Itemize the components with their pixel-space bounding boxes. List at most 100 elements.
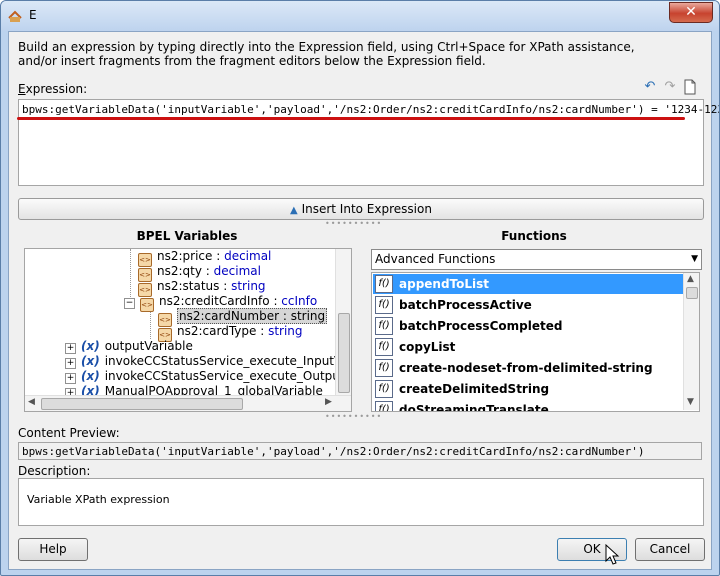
- redo-icon[interactable]: ↷: [662, 79, 678, 95]
- function-item[interactable]: f() createDelimitedString: [373, 379, 683, 399]
- content-preview-label: Content Preview:: [18, 426, 120, 440]
- expand-icon[interactable]: +: [65, 373, 76, 384]
- content-preview-field: bpws:getVariableData('inputVariable','pa…: [18, 442, 702, 460]
- function-name: doStreamingTranslate: [399, 403, 549, 412]
- function-category-select[interactable]: Advanced Functions ▼: [371, 249, 702, 270]
- function-icon: f(): [375, 338, 393, 356]
- description-label: Description:: [18, 464, 91, 478]
- function-category-value: Advanced Functions: [375, 252, 496, 266]
- tree-node-qty[interactable]: <> ns2:qty : decimal: [138, 264, 261, 282]
- node-sep: :: [269, 294, 282, 308]
- scroll-thumb[interactable]: [686, 287, 698, 299]
- function-icon: f(): [375, 359, 393, 377]
- tree-node-cardtype[interactable]: <> ns2:cardType : string: [158, 324, 303, 342]
- expand-icon[interactable]: +: [65, 343, 76, 354]
- node-name: invokeCCStatusService_execute_OutputVar: [104, 369, 352, 383]
- function-item[interactable]: f() create-nodeset-from-delimited-string: [373, 358, 683, 378]
- function-icon: f(): [375, 380, 393, 398]
- node-name: ns2:creditCardInfo: [159, 294, 270, 308]
- splitter-handle-top[interactable]: ••••••••••: [325, 219, 382, 228]
- title-bar[interactable]: E ✕: [1, 1, 719, 31]
- node-type: string: [231, 279, 266, 293]
- node-type: ccInfo: [281, 294, 318, 308]
- collapse-icon[interactable]: −: [124, 298, 135, 309]
- scroll-thumb[interactable]: [338, 313, 350, 393]
- tree-horizontal-scrollbar[interactable]: ◀ ▶: [25, 395, 351, 411]
- tree-node-outputvariable[interactable]: + (x) outputVariable: [65, 339, 193, 354]
- undo-icon[interactable]: ↶: [642, 79, 658, 95]
- expression-value: bpws:getVariableData('inputVariable','pa…: [22, 103, 719, 116]
- node-name: ns2:cardType: [177, 324, 257, 338]
- bpel-variables-title: BPEL Variables: [136, 229, 238, 243]
- expression-label-rest: xpression:: [25, 82, 88, 96]
- scroll-up-icon[interactable]: ▲: [687, 274, 694, 284]
- node-type: string: [290, 309, 326, 323]
- node-sep: :: [212, 249, 225, 263]
- expand-icon[interactable]: +: [65, 358, 76, 369]
- description-value: Variable XPath expression: [27, 493, 170, 506]
- cancel-button[interactable]: Cancel: [635, 538, 705, 561]
- chevron-down-icon: ▼: [691, 254, 698, 264]
- window-title: E: [29, 8, 37, 22]
- function-item-appendtolist[interactable]: f() appendToList: [373, 274, 683, 294]
- node-name: invokeCCStatusService_execute_InputVaria: [104, 354, 352, 368]
- expression-builder-dialog: E ✕ Build an expression by typing direct…: [0, 0, 720, 576]
- function-name: copyList: [399, 340, 456, 354]
- tree-node-cardnumber[interactable]: <> ns2:cardNumber : string: [158, 308, 328, 327]
- function-icon: f(): [375, 317, 393, 335]
- function-name: batchProcessCompleted: [399, 319, 563, 333]
- tree-node-ccstatus-input[interactable]: + (x) invokeCCStatusService_execute_InputV…: [65, 354, 352, 369]
- expression-label: Expression:: [18, 82, 88, 96]
- tree-node-status[interactable]: <> ns2:status : string: [138, 279, 266, 297]
- function-item[interactable]: f() batchProcessActive: [373, 295, 683, 315]
- node-name: ns2:status: [157, 279, 220, 293]
- instructions-text: Build an expression by typing directly i…: [18, 40, 635, 68]
- tree-node-price[interactable]: <> ns2:price : decimal: [138, 249, 271, 267]
- close-button[interactable]: ✕: [669, 2, 713, 23]
- node-name: ns2:price: [157, 249, 213, 263]
- insert-into-expression-button[interactable]: ▲ Insert Into Expression: [18, 198, 704, 220]
- function-name: createDelimitedString: [399, 382, 550, 396]
- variable-icon: (x): [81, 369, 100, 383]
- description-field: Variable XPath expression: [18, 478, 704, 526]
- expression-field[interactable]: bpws:getVariableData('inputVariable','pa…: [18, 99, 719, 186]
- function-item[interactable]: f() copyList: [373, 337, 683, 357]
- scroll-thumb[interactable]: [41, 398, 243, 410]
- insert-button-label: Insert Into Expression: [301, 202, 432, 216]
- function-name: create-nodeset-from-delimited-string: [399, 361, 653, 375]
- tree-node-creditcardinfo[interactable]: − <> ns2:creditCardInfo : ccInfo: [124, 294, 318, 312]
- function-icon: f(): [375, 296, 393, 314]
- function-name: batchProcessActive: [399, 298, 532, 312]
- node-sep: :: [201, 264, 214, 278]
- function-icon: f(): [375, 275, 393, 293]
- node-name: ns2:qty: [157, 264, 202, 278]
- help-button[interactable]: Help: [18, 538, 88, 561]
- variable-icon: (x): [81, 339, 100, 353]
- scroll-left-icon[interactable]: ◀: [28, 397, 35, 407]
- functions-list[interactable]: f() appendToList f() batchProcessActive f(…: [371, 272, 700, 412]
- tree-vertical-scrollbar[interactable]: [335, 249, 351, 395]
- node-type: string: [268, 324, 303, 338]
- function-name: appendToList: [399, 277, 490, 291]
- node-name: outputVariable: [104, 339, 193, 353]
- functions-title: Functions: [501, 229, 567, 243]
- node-type: decimal: [213, 264, 261, 278]
- variable-icon: (x): [81, 354, 100, 368]
- functions-vertical-scrollbar[interactable]: ▲ ▼: [683, 273, 699, 410]
- scroll-right-icon[interactable]: ▶: [325, 397, 332, 407]
- bpel-variables-tree[interactable]: <> ns2:price : decimal <> ns2:qty : decima…: [24, 248, 352, 412]
- clear-document-icon[interactable]: [682, 79, 698, 95]
- splitter-handle-bottom[interactable]: ••••••••••: [325, 412, 382, 421]
- function-item[interactable]: f() doStreamingTranslate: [373, 400, 683, 412]
- selected-node-label: ns2:cardNumber : string: [177, 308, 328, 324]
- node-sep: :: [279, 309, 291, 323]
- tree-node-ccstatus-output[interactable]: + (x) invokeCCStatusService_execute_Output…: [65, 369, 352, 384]
- element-icon: <>: [140, 298, 154, 312]
- highlight-underline: [17, 117, 685, 120]
- scroll-down-icon[interactable]: ▼: [687, 397, 694, 407]
- node-sep: :: [256, 324, 269, 338]
- up-arrow-icon: ▲: [290, 205, 298, 216]
- app-icon: [8, 10, 22, 22]
- function-item[interactable]: f() batchProcessCompleted: [373, 316, 683, 336]
- function-icon: f(): [375, 401, 393, 411]
